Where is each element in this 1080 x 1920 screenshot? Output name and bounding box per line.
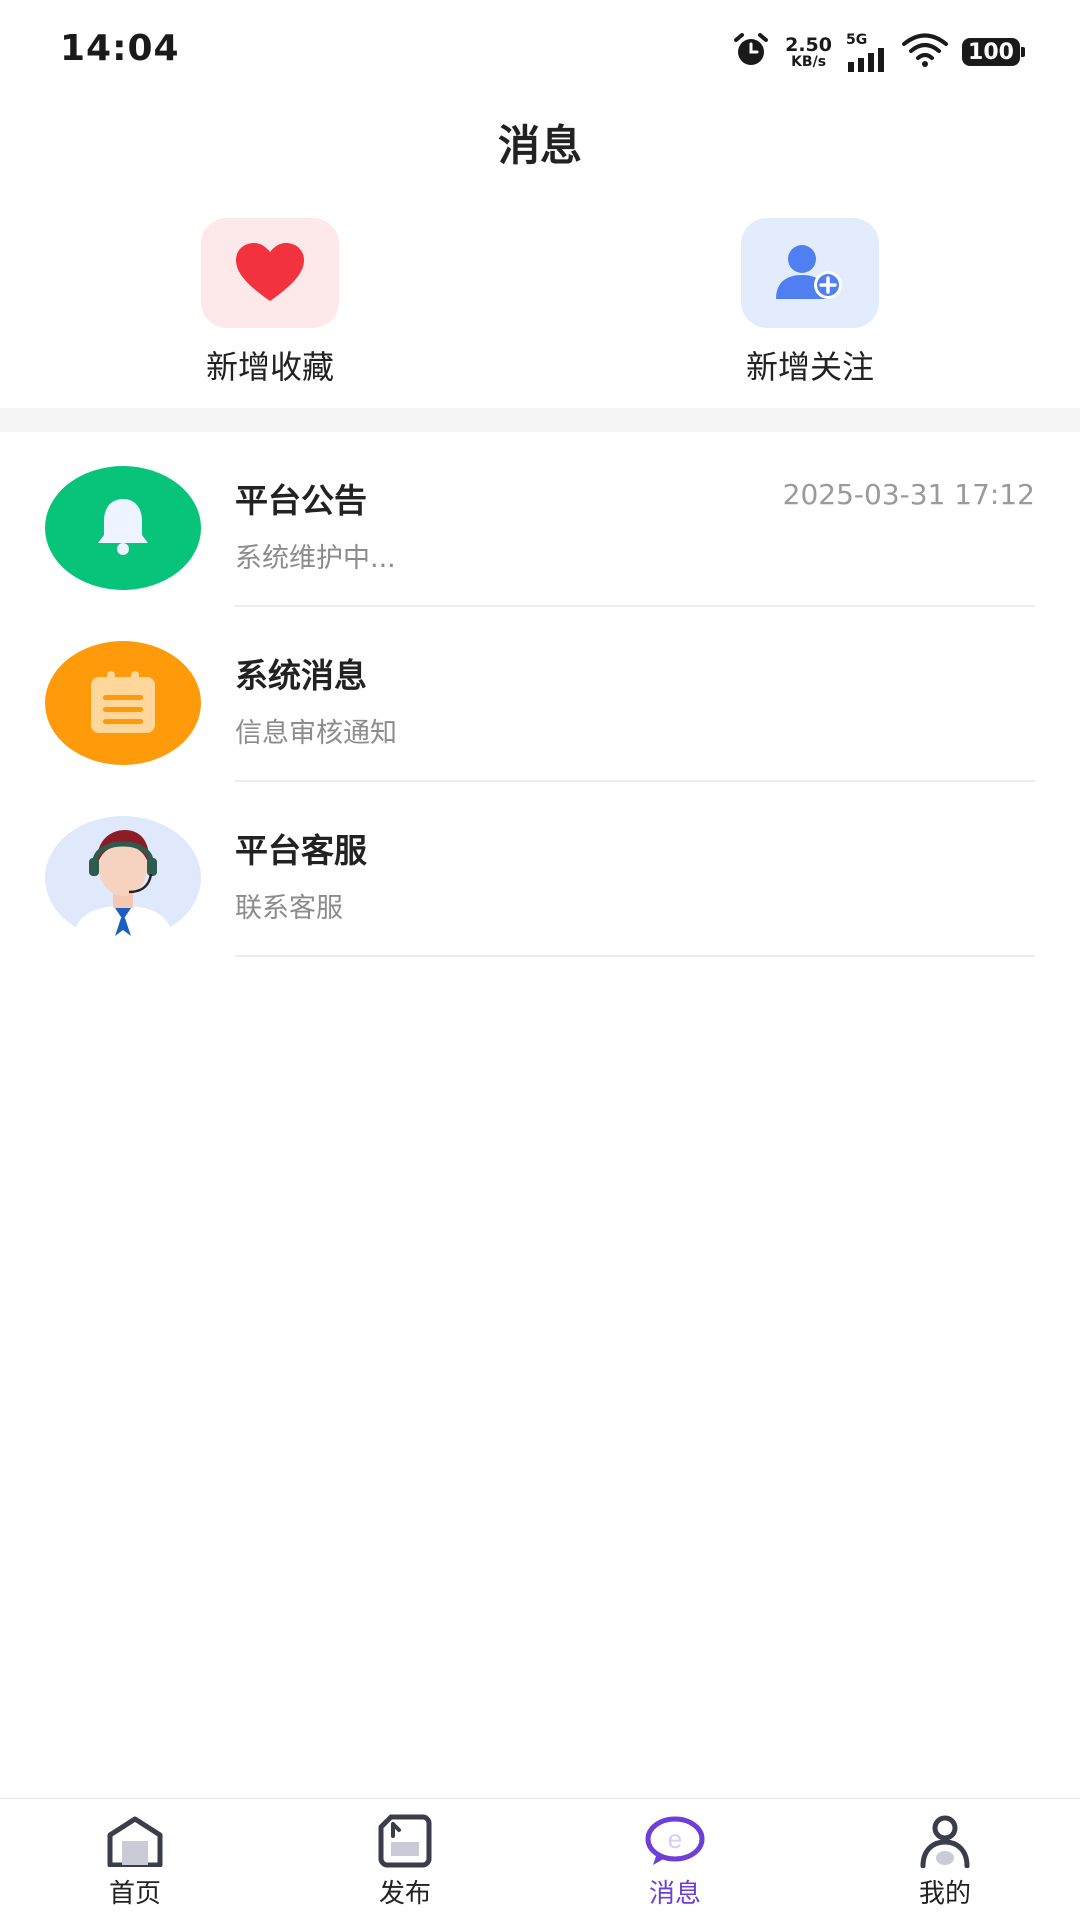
- message-item-customer-service[interactable]: 平台客服 联系客服: [0, 782, 1080, 957]
- status-bar: 14:04 2.50 KB/s 5G 100: [0, 0, 1080, 100]
- nav-publish-label: 发布: [378, 1879, 431, 1909]
- net-speed: 2.50 KB/s: [785, 33, 832, 70]
- net-speed-value: 2.50: [785, 33, 832, 56]
- svg-text:e: e: [668, 1824, 682, 1854]
- net-speed-unit: KB/s: [791, 53, 827, 70]
- messages-screen: 14:04 2.50 KB/s 5G 100 消息 新增收藏 新增关注 平台公告…: [0, 0, 1080, 1920]
- new-favorites-label: 新增收藏: [205, 348, 334, 386]
- add-user-icon: [776, 245, 842, 299]
- nav-profile-label: 我的: [918, 1879, 971, 1909]
- alarm-icon: [731, 30, 771, 74]
- profile-icon: [915, 1813, 975, 1869]
- network-type: 5G: [846, 32, 868, 48]
- status-time: 14:04: [60, 28, 180, 69]
- nav-home-label: 首页: [108, 1879, 161, 1909]
- message-item-announcement[interactable]: 平台公告 系统维护中... 2025-03-31 17:12: [0, 432, 1080, 607]
- nav-publish[interactable]: 发布: [270, 1799, 540, 1920]
- bell-icon: [45, 466, 201, 590]
- message-item-system[interactable]: 系统消息 信息审核通知: [0, 607, 1080, 782]
- nav-profile[interactable]: 我的: [810, 1799, 1080, 1920]
- home-icon: [105, 1813, 165, 1869]
- status-icons: 2.50 KB/s 5G 100: [731, 30, 1025, 74]
- customer-service-avatar: [45, 816, 201, 940]
- message-time: 2025-03-31 17:12: [782, 478, 1035, 511]
- new-favorites-button[interactable]: 新增收藏: [150, 218, 390, 388]
- follows-tile: [741, 218, 879, 328]
- battery-indicator: 100: [962, 38, 1025, 66]
- clipboard-icon: [45, 641, 201, 765]
- message-subtitle: 系统维护中...: [235, 543, 396, 574]
- message-subtitle: 信息审核通知: [235, 718, 397, 749]
- section-divider: [0, 408, 1080, 432]
- new-follows-button[interactable]: 新增关注: [690, 218, 930, 388]
- message-title: 平台公告: [235, 481, 367, 520]
- row-divider: [235, 955, 1035, 957]
- message-title: 平台客服: [235, 831, 367, 870]
- bottom-nav: 首页 发布 e 消息 我的: [0, 1798, 1080, 1920]
- nav-messages[interactable]: e 消息: [540, 1799, 810, 1920]
- wifi-icon: [902, 33, 948, 71]
- page-title: 消息: [497, 121, 582, 170]
- signal-icon: 5G: [846, 32, 888, 72]
- nav-messages-label: 消息: [648, 1879, 701, 1909]
- favorites-tile: [201, 218, 339, 328]
- nav-home[interactable]: 首页: [0, 1799, 270, 1920]
- publish-icon: [375, 1813, 435, 1869]
- message-subtitle: 联系客服: [235, 893, 343, 924]
- heart-icon: [236, 243, 304, 301]
- new-follows-label: 新增关注: [745, 348, 874, 386]
- message-title: 系统消息: [235, 656, 367, 695]
- message-icon: e: [645, 1813, 705, 1869]
